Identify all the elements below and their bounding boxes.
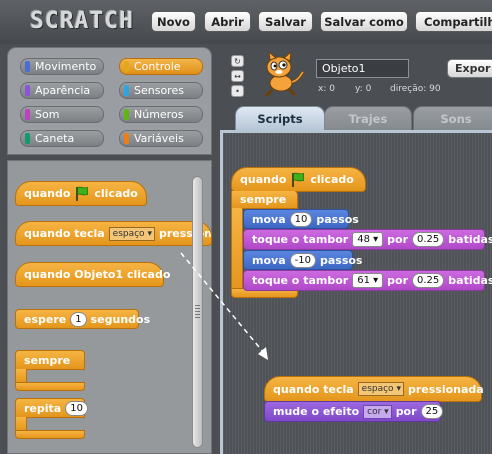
change-effect-block[interactable]: mude o efeito cor por 25 [264,401,444,422]
block-label: por [395,405,417,418]
block-label: pressionada [407,382,484,396]
block-label: quando tecla [273,382,354,396]
block-label: mude o efeito [273,405,360,418]
effect-value-input[interactable]: 25 [420,404,444,419]
effect-dropdown[interactable]: cor [363,404,392,419]
script-when-key-pressed-block[interactable]: quando tecla espaço pressionada [264,376,484,402]
key-dropdown[interactable]: espaço [357,382,404,396]
